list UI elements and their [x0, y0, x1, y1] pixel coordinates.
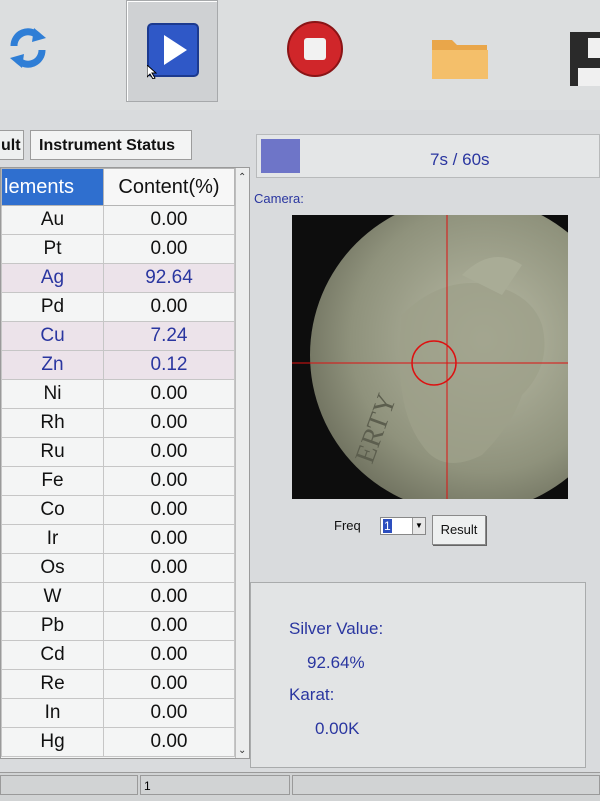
open-folder-button[interactable] [420, 0, 510, 100]
table-row[interactable]: Ru 0.00 [1, 437, 235, 467]
element-cell: In [1, 698, 104, 728]
start-button[interactable] [126, 0, 218, 102]
table-row[interactable]: Pb 0.00 [1, 611, 235, 641]
element-cell: Cu [1, 321, 104, 351]
coin-image: ERTY [292, 215, 568, 499]
progress-bar [256, 134, 600, 178]
content-cell: 0.00 [103, 292, 235, 322]
refresh-button[interactable] [0, 0, 90, 100]
status-cell-1 [0, 775, 138, 795]
status-cell-3 [292, 775, 600, 795]
table-row[interactable]: W 0.00 [1, 582, 235, 612]
content-cell: 0.00 [103, 582, 235, 612]
table-row[interactable]: Zn 0.12 [1, 350, 235, 380]
progress-fill [261, 139, 300, 173]
element-cell: W [1, 582, 104, 612]
result-button[interactable]: Result [432, 515, 486, 545]
table-row[interactable]: Pt 0.00 [1, 234, 235, 264]
content-cell: 0.00 [103, 524, 235, 554]
element-cell: Au [1, 205, 104, 235]
element-cell: Zn [1, 350, 104, 380]
karat-value: 0.00K [315, 719, 360, 738]
table-row[interactable]: Pd 0.00 [1, 292, 235, 322]
content-cell: 0.00 [103, 640, 235, 670]
cursor-icon [147, 65, 157, 79]
element-cell: Cd [1, 640, 104, 670]
table-row[interactable]: Hg 0.00 [1, 727, 235, 757]
tab-result[interactable]: ult [0, 130, 24, 160]
content-cell: 7.24 [103, 321, 235, 351]
content-cell: 92.64 [103, 263, 235, 293]
table-row[interactable]: Ni 0.00 [1, 379, 235, 409]
content-cell: 0.00 [103, 408, 235, 438]
status-page: 1 [140, 775, 290, 795]
element-cell: Os [1, 553, 104, 583]
content-cell: 0.00 [103, 466, 235, 496]
table-row[interactable]: Cd 0.00 [1, 640, 235, 670]
table-scrollbar[interactable]: ⌃ ⌄ [235, 168, 249, 758]
element-cell: Pd [1, 292, 104, 322]
element-cell: Re [1, 669, 104, 699]
table-row[interactable]: Re 0.00 [1, 669, 235, 699]
element-cell: Rh [1, 408, 104, 438]
table-row[interactable]: Cu 7.24 [1, 321, 235, 351]
table-row[interactable]: In 0.00 [1, 698, 235, 728]
freq-label: Freq [334, 518, 361, 533]
stop-icon [287, 21, 343, 77]
chevron-down-icon[interactable]: ▼ [412, 518, 425, 534]
content-cell: 0.00 [103, 611, 235, 641]
silver-value-panel: Silver Value: 92.64% Karat: 0.00K [250, 582, 586, 768]
camera-label: Camera: [254, 191, 304, 206]
refresh-icon [10, 28, 46, 68]
column-header-content[interactable]: Content(%) [103, 168, 235, 206]
folder-icon [432, 40, 488, 79]
status-bar: 1 [0, 772, 600, 801]
save-icon [570, 32, 600, 86]
content-cell: 0.12 [103, 350, 235, 380]
table-row[interactable]: Ir 0.00 [1, 524, 235, 554]
toolbar [0, 0, 600, 110]
content-cell: 0.00 [103, 379, 235, 409]
content-cell: 0.00 [103, 234, 235, 264]
element-cell: Pt [1, 234, 104, 264]
table-row[interactable]: Co 0.00 [1, 495, 235, 525]
table-row[interactable]: Fe 0.00 [1, 466, 235, 496]
elapsed-time: 7s / 60s [430, 150, 490, 169]
element-cell: Pb [1, 611, 104, 641]
scroll-up-icon[interactable]: ⌃ [238, 172, 246, 183]
elements-table: lements Content(%) Au 0.00 Pt 0.00 Ag 92.64 Pd… [0, 167, 250, 759]
content-cell: 0.00 [103, 727, 235, 757]
table-row[interactable]: Ag 92.64 [1, 263, 235, 293]
table-row[interactable]: Os 0.00 [1, 553, 235, 583]
table-row[interactable]: Rh 0.00 [1, 408, 235, 438]
element-cell: Co [1, 495, 104, 525]
freq-select[interactable]: 1 ▼ [380, 517, 426, 535]
table-row[interactable]: Au 0.00 [1, 205, 235, 235]
karat-label: Karat: [289, 685, 335, 704]
camera-view: ERTY [292, 215, 568, 499]
column-header-elements[interactable]: lements [1, 168, 104, 206]
content-cell: 0.00 [103, 495, 235, 525]
element-cell: Ru [1, 437, 104, 467]
element-cell: Hg [1, 727, 104, 757]
tab-instrument-status[interactable]: Instrument Status [30, 130, 192, 160]
content-cell: 0.00 [103, 698, 235, 728]
save-button[interactable] [560, 0, 600, 100]
silver-value-label: Silver Value: [289, 619, 384, 638]
element-cell: Fe [1, 466, 104, 496]
content-cell: 0.00 [103, 553, 235, 583]
element-cell: Ir [1, 524, 104, 554]
element-cell: Ni [1, 379, 104, 409]
scroll-down-icon[interactable]: ⌄ [238, 745, 246, 756]
freq-value: 1 [383, 519, 392, 533]
content-cell: 0.00 [103, 437, 235, 467]
stop-button[interactable] [270, 0, 360, 100]
content-cell: 0.00 [103, 669, 235, 699]
silver-value: 92.64% [307, 653, 365, 672]
content-cell: 0.00 [103, 205, 235, 235]
element-cell: Ag [1, 263, 104, 293]
